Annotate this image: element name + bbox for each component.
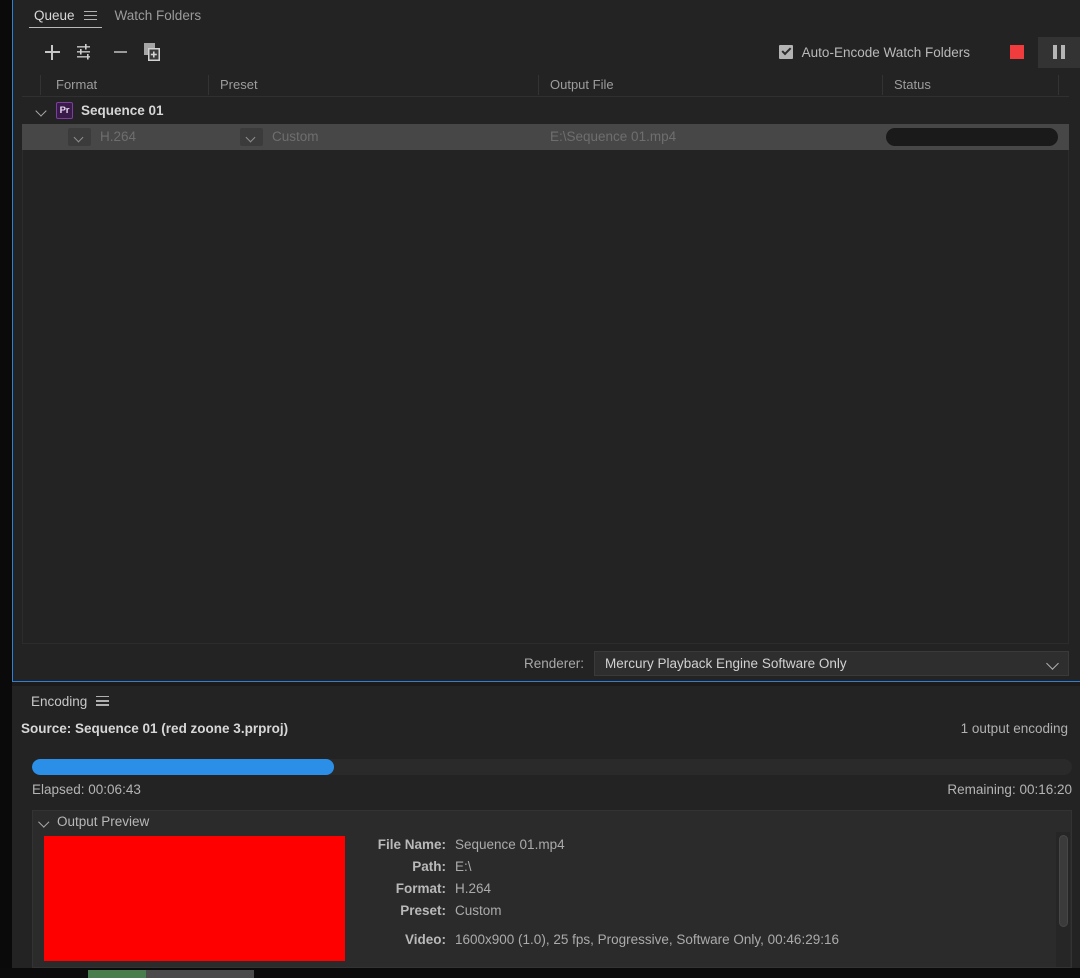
queue-column-header: Format Preset Output File Status [22, 74, 1069, 97]
column-divider[interactable] [40, 75, 41, 95]
output-metadata-list: File Name: Sequence 01.mp4 Path: E:\ For… [363, 837, 1053, 954]
renderer-select[interactable]: Mercury Playback Engine Software Only [594, 650, 1069, 676]
cell-preset: Custom [272, 129, 319, 144]
media-encoder-window: Queue Watch Folders Auto-Encode Watch Fo… [0, 0, 1080, 978]
duplicate-icon [144, 42, 160, 61]
remove-button[interactable] [103, 37, 137, 67]
output-preview-title: Output Preview [57, 813, 150, 829]
metadata-row-preset: Preset: Custom [363, 903, 1053, 918]
add-preset-icon [76, 43, 90, 59]
encoding-outputs-count: 1 output encoding [960, 721, 1068, 736]
output-preview-header[interactable]: Output Preview [33, 811, 1071, 831]
cell-output-file[interactable]: E:\Sequence 01.mp4 [550, 129, 676, 144]
column-divider[interactable] [1058, 75, 1059, 95]
encoding-source-row: Source: Sequence 01 (red zoone 3.prproj)… [12, 716, 1080, 741]
add-source-button[interactable] [35, 37, 69, 67]
metadata-key: Preset: [400, 903, 446, 918]
column-header-status[interactable]: Status [894, 77, 931, 92]
tab-encoding-label: Encoding [31, 693, 88, 709]
premiere-pro-badge-icon: Pr [56, 102, 73, 119]
scrollbar-thumb[interactable] [1059, 835, 1068, 927]
queue-list-body [22, 150, 1069, 644]
output-preview-thumbnail [44, 836, 345, 961]
metadata-key: File Name: [377, 837, 446, 852]
encoding-tab-strip: Encoding [12, 686, 1080, 716]
hamburger-menu-icon[interactable] [96, 696, 110, 706]
pause-icon [1053, 45, 1057, 59]
metadata-row-file-name: File Name: Sequence 01.mp4 [363, 837, 1053, 852]
renderer-row: Renderer: Mercury Playback Engine Softwa… [22, 649, 1069, 677]
tab-queue[interactable]: Queue [25, 0, 106, 31]
queue-toolbar: Auto-Encode Watch Folders [13, 31, 1080, 73]
output-preview-section: Output Preview File Name: Sequence 01.mp… [32, 810, 1072, 968]
status-progress-bar [886, 128, 1058, 146]
queue-list: Format Preset Output File Status Pr Sequ… [22, 74, 1069, 644]
cell-format: H.264 [100, 129, 137, 144]
tab-encoding[interactable]: Encoding [24, 686, 116, 716]
checkbox-checked-icon [778, 45, 793, 59]
queue-panel: Queue Watch Folders Auto-Encode Watch Fo… [12, 0, 1080, 682]
stop-square-icon [1010, 45, 1024, 59]
column-divider[interactable] [882, 75, 883, 95]
column-header-output-file[interactable]: Output File [550, 77, 614, 92]
metadata-key: Format: [395, 881, 446, 896]
renderer-label: Renderer: [523, 655, 584, 671]
column-divider[interactable] [538, 75, 539, 95]
taskbar-item[interactable] [146, 970, 254, 978]
metadata-value: Custom [455, 903, 502, 918]
chevron-down-icon [1046, 656, 1059, 670]
duplicate-button[interactable] [137, 37, 171, 67]
format-dropdown[interactable] [68, 128, 91, 146]
encoding-progress-bar [32, 759, 1072, 775]
queue-toolbar-right: Auto-Encode Watch Folders [778, 31, 1080, 73]
taskbar-item[interactable] [88, 970, 146, 978]
tab-watch-folders[interactable]: Watch Folders [106, 0, 211, 31]
metadata-value: H.264 [455, 881, 492, 896]
queue-group-label: Sequence 01 [81, 103, 164, 118]
encoding-time-row: Elapsed: 00:06:43 Remaining: 00:16:20 [32, 782, 1072, 797]
stop-queue-button[interactable] [996, 37, 1038, 68]
tab-watch-folders-label: Watch Folders [114, 8, 202, 23]
plus-icon [44, 44, 60, 60]
metadata-value: 1600x900 (1.0), 25 fps, Progressive, Sof… [455, 932, 839, 947]
column-header-format[interactable]: Format [56, 77, 97, 92]
tab-queue-label: Queue [34, 8, 75, 23]
metadata-row-format: Format: H.264 [363, 881, 1053, 896]
chevron-down-icon[interactable] [36, 105, 48, 117]
desktop-taskbar [0, 968, 1080, 978]
elapsed-label: Elapsed: 00:06:43 [32, 782, 141, 797]
encoding-panel: Encoding Source: Sequence 01 (red zoone … [12, 686, 1080, 968]
auto-encode-label: Auto-Encode Watch Folders [801, 44, 970, 60]
desktop-left-gutter [0, 0, 12, 978]
column-divider[interactable] [208, 75, 209, 95]
renderer-value: Mercury Playback Engine Software Only [605, 655, 847, 671]
metadata-value: Sequence 01.mp4 [455, 837, 565, 852]
add-preset-button[interactable] [69, 37, 103, 67]
metadata-row-path: Path: E:\ [363, 859, 1053, 874]
queue-tab-strip: Queue Watch Folders [13, 0, 1080, 31]
encoding-source-label: Source: Sequence 01 (red zoone 3.prproj) [21, 721, 289, 736]
pause-icon-bar2 [1061, 45, 1065, 59]
encoding-progress-fill [32, 759, 334, 775]
metadata-row-video: Video: 1600x900 (1.0), 25 fps, Progressi… [363, 932, 1053, 947]
chevron-down-icon[interactable] [39, 816, 50, 827]
metadata-value: E:\ [455, 859, 472, 874]
auto-encode-watch-folders-checkbox[interactable]: Auto-Encode Watch Folders [778, 44, 970, 60]
metadata-key: Video: [404, 932, 446, 947]
output-preview-scrollbar[interactable] [1056, 832, 1070, 967]
metadata-key: Path: [412, 859, 446, 874]
column-header-preset[interactable]: Preset [220, 77, 258, 92]
remaining-label: Remaining: 00:16:20 [947, 782, 1072, 797]
queue-group-row-sequence-01[interactable]: Pr Sequence 01 [22, 97, 1069, 124]
hamburger-menu-icon[interactable] [83, 10, 97, 21]
preset-dropdown[interactable] [240, 128, 263, 146]
pause-queue-button[interactable] [1038, 36, 1080, 68]
minus-icon [113, 51, 127, 53]
queue-item-row[interactable]: H.264 Custom E:\Sequence 01.mp4 [22, 124, 1069, 150]
